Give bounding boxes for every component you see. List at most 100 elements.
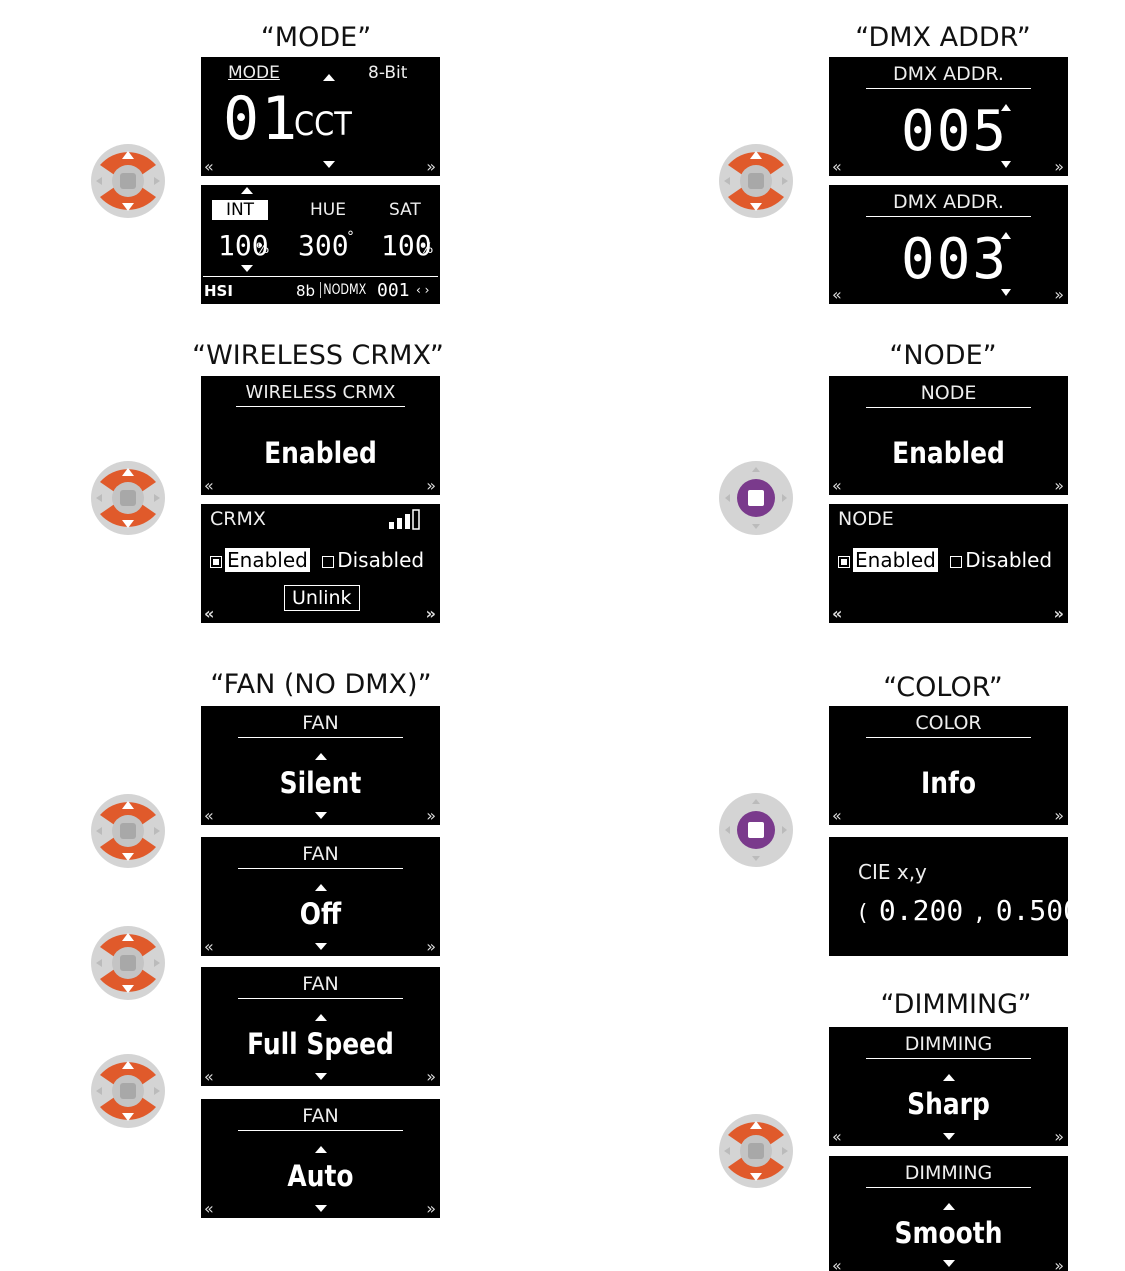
dpad-updown-icon[interactable] xyxy=(90,925,166,1001)
nav-right-icon[interactable]: » xyxy=(426,807,436,825)
cie-open-paren: ( xyxy=(856,901,870,926)
crmx-detail-screen: CRMX Enabled Disabled Unlink « » xyxy=(201,504,440,623)
screen-title: DIMMING xyxy=(866,1033,1031,1059)
screen-title: DMX ADDR. xyxy=(866,191,1031,217)
dpad-updown-icon[interactable] xyxy=(718,1113,794,1189)
mode-value: CCT xyxy=(294,105,352,143)
bit-depth: 8-Bit xyxy=(368,63,408,83)
checkbox-enabled-icon[interactable] xyxy=(210,555,222,568)
screen-title: WIRELESS CRMX xyxy=(236,382,405,407)
nav-left-icon[interactable]: « xyxy=(832,158,842,176)
nav-right-icon[interactable]: » xyxy=(1054,477,1064,495)
nav-left-icon[interactable]: « xyxy=(204,938,214,956)
nav-left-icon[interactable]: « xyxy=(204,1200,214,1218)
nav-right-icon[interactable]: » xyxy=(1054,807,1064,825)
dpad-updown-icon[interactable] xyxy=(90,460,166,536)
nav-right-icon[interactable]: » xyxy=(1054,158,1064,176)
nav-left-icon[interactable]: « xyxy=(204,1068,214,1086)
dpad-updown-icon[interactable] xyxy=(90,1053,166,1129)
footer-bits: 8b xyxy=(296,282,316,300)
heading-dmx-addr: “DMX ADDR” xyxy=(855,22,1031,53)
footer-addr: 001 xyxy=(377,280,410,301)
down-arrow-icon xyxy=(241,265,253,272)
screen-title: DMX ADDR. xyxy=(866,63,1031,89)
nav-right-icon[interactable]: » xyxy=(1054,605,1064,623)
option-disabled[interactable]: Disabled xyxy=(337,548,424,572)
nav-right-icon[interactable]: » xyxy=(426,477,436,495)
node-value: Enabled xyxy=(892,436,1005,470)
nav-left-icon[interactable]: « xyxy=(204,605,214,623)
fan-value: Off xyxy=(299,897,342,931)
nav-left-icon[interactable]: « xyxy=(832,605,842,623)
nav-left-icon[interactable]: « xyxy=(832,807,842,825)
hsi-divider xyxy=(203,276,438,277)
node-label: NODE xyxy=(838,508,894,530)
node-options: Enabled Disabled xyxy=(838,548,1052,572)
nav-left-icon[interactable]: « xyxy=(832,1257,842,1271)
crmx-screen: WIRELESS CRMX Enabled « » xyxy=(201,376,440,495)
mode-label: MODE xyxy=(228,63,280,83)
nav-right-icon[interactable]: » xyxy=(426,158,436,176)
dmx-addr-screen: DMX ADDR. 003 « » xyxy=(829,185,1068,304)
nav-right-icon[interactable]: » xyxy=(1054,1128,1064,1146)
fan-screen: FAN Full Speed « » xyxy=(201,967,440,1086)
crmx-value: Enabled xyxy=(264,436,377,470)
mode-number: 01 xyxy=(223,84,300,154)
nav-right-icon[interactable]: » xyxy=(426,605,436,623)
heading-wireless-crmx: “WIRELESS CRMX” xyxy=(192,340,444,371)
option-enabled[interactable]: Enabled xyxy=(225,548,310,572)
nav-right-icon[interactable]: » xyxy=(426,1200,436,1218)
nav-left-icon[interactable]: « xyxy=(832,477,842,495)
nav-right-icon[interactable]: » xyxy=(1054,1257,1064,1271)
fan-screen: FAN Auto « » xyxy=(201,1099,440,1218)
heading-color: “COLOR” xyxy=(883,672,1003,703)
nav-left-icon[interactable]: « xyxy=(204,477,214,495)
up-arrow-icon xyxy=(241,187,253,194)
dmx-address-value: 003 xyxy=(901,227,1009,292)
down-arrow-icon xyxy=(314,943,327,950)
checkbox-disabled-icon[interactable] xyxy=(322,555,335,568)
down-arrow-icon xyxy=(323,161,335,168)
color-value: Info xyxy=(920,766,977,800)
dpad-updown-icon[interactable] xyxy=(90,793,166,869)
nav-right-icon[interactable]: » xyxy=(426,1068,436,1086)
cie-x-value: 0.200 xyxy=(878,894,964,927)
nav-left-icon[interactable]: « xyxy=(832,286,842,304)
option-disabled[interactable]: Disabled xyxy=(965,548,1052,572)
screen-title: COLOR xyxy=(866,712,1031,738)
nav-left-icon[interactable]: « xyxy=(832,1128,842,1146)
up-arrow-icon xyxy=(314,1014,327,1021)
nav-left-icon[interactable]: « xyxy=(204,158,214,176)
down-arrow-icon xyxy=(942,1133,955,1140)
fan-screen: FAN Off « » xyxy=(201,837,440,956)
unlink-button[interactable]: Unlink xyxy=(284,585,360,611)
heading-mode: “MODE” xyxy=(260,22,372,53)
up-arrow-icon xyxy=(1001,232,1011,239)
up-arrow-icon xyxy=(942,1074,955,1081)
option-enabled[interactable]: Enabled xyxy=(853,548,938,572)
checkbox-disabled-icon[interactable] xyxy=(950,555,963,568)
heading-node: “NODE” xyxy=(889,340,997,371)
cie-separator: , xyxy=(972,901,987,926)
dpad-updown-icon[interactable] xyxy=(90,143,166,219)
dmx-addr-screen: DMX ADDR. 005 « » xyxy=(829,57,1068,176)
up-arrow-icon xyxy=(314,753,327,760)
cie-values: ( 0.200 , 0.500 ) xyxy=(856,894,1068,927)
checkbox-enabled-icon[interactable] xyxy=(838,555,850,568)
col-hue: HUE xyxy=(310,200,346,220)
screen-title: FAN xyxy=(238,712,403,738)
dpad-center-icon[interactable] xyxy=(718,792,794,868)
col-sat: SAT xyxy=(389,200,421,220)
dimming-screen: DIMMING Sharp « » xyxy=(829,1027,1068,1146)
nav-right-icon[interactable]: » xyxy=(1054,286,1064,304)
down-arrow-icon xyxy=(314,1205,327,1212)
dpad-updown-icon[interactable] xyxy=(718,143,794,219)
unit-hue: ° xyxy=(347,229,354,245)
screen-title: FAN xyxy=(238,843,403,869)
nav-left-icon[interactable]: « xyxy=(204,807,214,825)
dpad-center-icon[interactable] xyxy=(718,460,794,536)
nav-right-icon[interactable]: » xyxy=(426,938,436,956)
node-detail-screen: NODE Enabled Disabled « » xyxy=(829,504,1068,623)
val-hue: 300 xyxy=(298,229,349,262)
color-detail-screen: CIE x,y ( 0.200 , 0.500 ) xyxy=(829,837,1068,956)
